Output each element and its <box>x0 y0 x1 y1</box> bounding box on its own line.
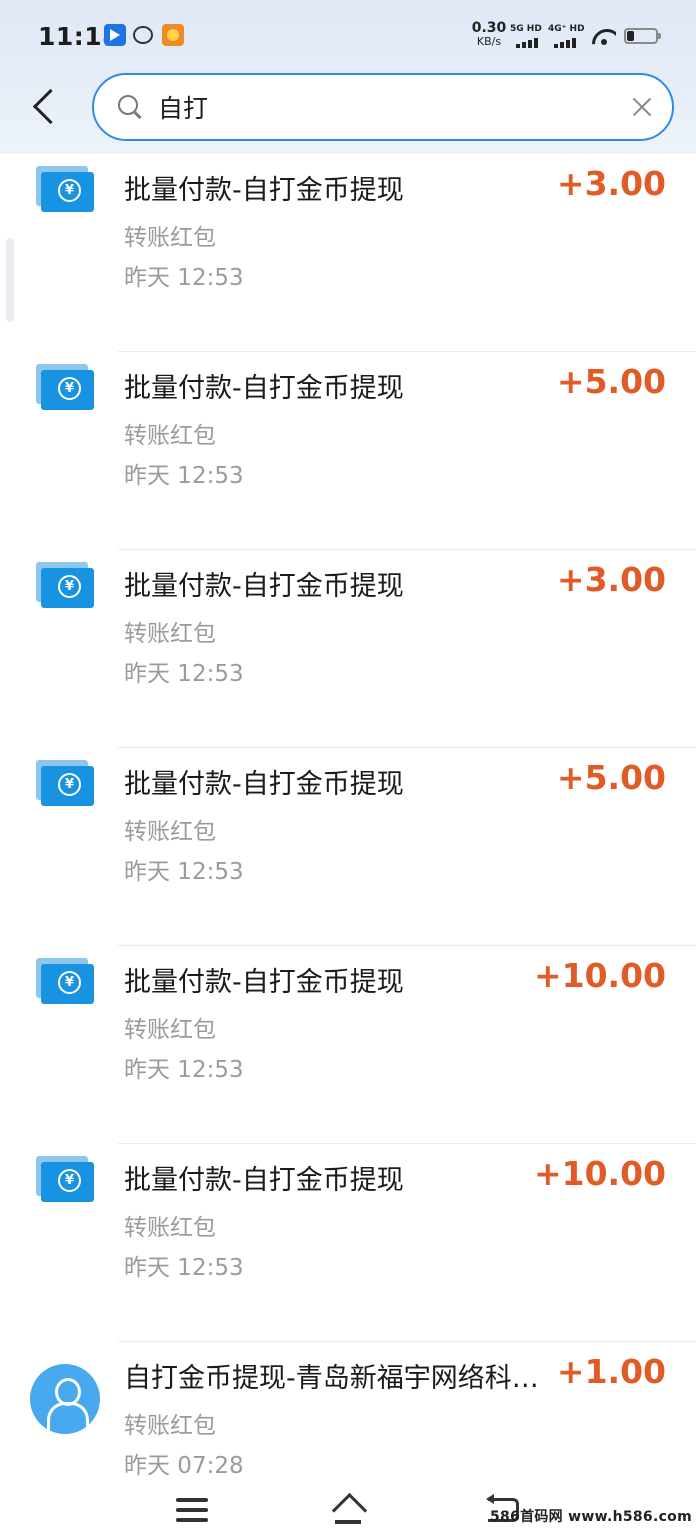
transaction-row[interactable]: ¥ 批量付款-自打金币提现 转账红包 昨天 12:53 +3.00 <box>0 154 696 352</box>
transaction-amount: +10.00 <box>533 1154 666 1193</box>
status-bar: 11:18 0.30 KB/s 5G HD 4G⁺ HD <box>0 0 696 70</box>
transaction-time: 昨天 07:28 <box>124 1453 244 1479</box>
transaction-type: 转账红包 <box>124 1215 216 1241</box>
home-icon[interactable] <box>330 1494 366 1524</box>
transaction-title: 批量付款-自打金币提现 <box>124 769 404 800</box>
transfer-icon: ¥ <box>36 364 94 412</box>
transaction-row[interactable]: ¥ 批量付款-自打金币提现 转账红包 昨天 12:53 +10.00 <box>0 1144 696 1342</box>
back-button[interactable] <box>26 86 66 130</box>
transaction-row[interactable]: ¥ 批量付款-自打金币提现 转账红包 昨天 12:53 +3.00 <box>0 550 696 748</box>
sim1-signal-icon: 5G HD <box>510 24 546 48</box>
sim2-signal-icon: 4G⁺ HD <box>548 24 585 48</box>
transaction-type: 转账红包 <box>124 1017 216 1043</box>
transaction-amount: +5.00 <box>556 758 666 797</box>
transaction-type: 转账红包 <box>124 423 216 449</box>
game-notification-icon <box>162 24 184 46</box>
transaction-time: 昨天 12:53 <box>124 1255 244 1281</box>
transaction-title: 批量付款-自打金币提现 <box>124 175 404 206</box>
notification-app-icon <box>104 24 126 46</box>
transaction-title: 批量付款-自打金币提现 <box>124 967 404 998</box>
network-speed-unit: KB/s <box>476 35 502 48</box>
transfer-icon: ¥ <box>36 562 94 610</box>
transaction-time: 昨天 12:53 <box>124 859 244 885</box>
system-nav-bar: 586首码网 www.h586.com <box>0 1484 696 1533</box>
transaction-time: 昨天 12:53 <box>124 1057 244 1083</box>
transaction-amount: +3.00 <box>556 560 666 599</box>
transfer-icon: ¥ <box>36 1156 94 1204</box>
transfer-icon: ¥ <box>36 166 94 214</box>
transaction-title: 批量付款-自打金币提现 <box>124 571 404 602</box>
transaction-title: 自打金币提现-青岛新福宇网络科… <box>124 1363 539 1394</box>
transaction-time: 昨天 12:53 <box>124 463 244 489</box>
transaction-amount: +5.00 <box>556 362 666 401</box>
transaction-time: 昨天 12:53 <box>124 265 244 291</box>
avatar-icon <box>30 1364 100 1434</box>
search-icon <box>118 95 142 119</box>
chat-notification-icon <box>133 26 153 44</box>
transaction-amount: +10.00 <box>533 956 666 995</box>
transfer-icon: ¥ <box>36 958 94 1006</box>
battery-icon <box>624 28 661 44</box>
transaction-amount: +3.00 <box>556 164 666 203</box>
wifi-icon <box>592 27 616 45</box>
top-header: 11:18 0.30 KB/s 5G HD 4G⁺ HD <box>0 0 696 154</box>
transaction-row[interactable]: ¥ 批量付款-自打金币提现 转账红包 昨天 12:53 +5.00 <box>0 352 696 550</box>
transaction-row[interactable]: ¥ 批量付款-自打金币提现 转账红包 昨天 12:53 +5.00 <box>0 748 696 946</box>
transaction-type: 转账红包 <box>124 621 216 647</box>
transaction-type: 转账红包 <box>124 1413 216 1439</box>
transaction-row[interactable]: ¥ 批量付款-自打金币提现 转账红包 昨天 12:53 +10.00 <box>0 946 696 1144</box>
transaction-row[interactable]: 自打金币提现-青岛新福宇网络科… 转账红包 昨天 07:28 +1.00 <box>0 1342 696 1484</box>
transaction-title: 批量付款-自打金币提现 <box>124 373 404 404</box>
search-input[interactable] <box>158 87 598 127</box>
transaction-type: 转账红包 <box>124 819 216 845</box>
clear-icon[interactable] <box>628 93 656 121</box>
transaction-time: 昨天 12:53 <box>124 661 244 687</box>
transaction-type: 转账红包 <box>124 225 216 251</box>
search-bar[interactable] <box>92 73 674 141</box>
transaction-title: 批量付款-自打金币提现 <box>124 1165 404 1196</box>
sim1-label: 5G HD <box>510 24 542 34</box>
watermark-text: 586首码网 www.h586.com <box>489 1509 692 1525</box>
network-speed-value: 0.30 <box>471 20 507 36</box>
transfer-icon: ¥ <box>36 760 94 808</box>
network-speed: 0.30 KB/s <box>470 20 508 48</box>
transaction-list[interactable]: ¥ 批量付款-自打金币提现 转账红包 昨天 12:53 +3.00 ¥ 批量付款… <box>0 154 696 1484</box>
transaction-amount: +1.00 <box>556 1352 666 1391</box>
menu-icon[interactable] <box>176 1498 208 1522</box>
sim2-label: 4G⁺ HD <box>548 24 585 34</box>
